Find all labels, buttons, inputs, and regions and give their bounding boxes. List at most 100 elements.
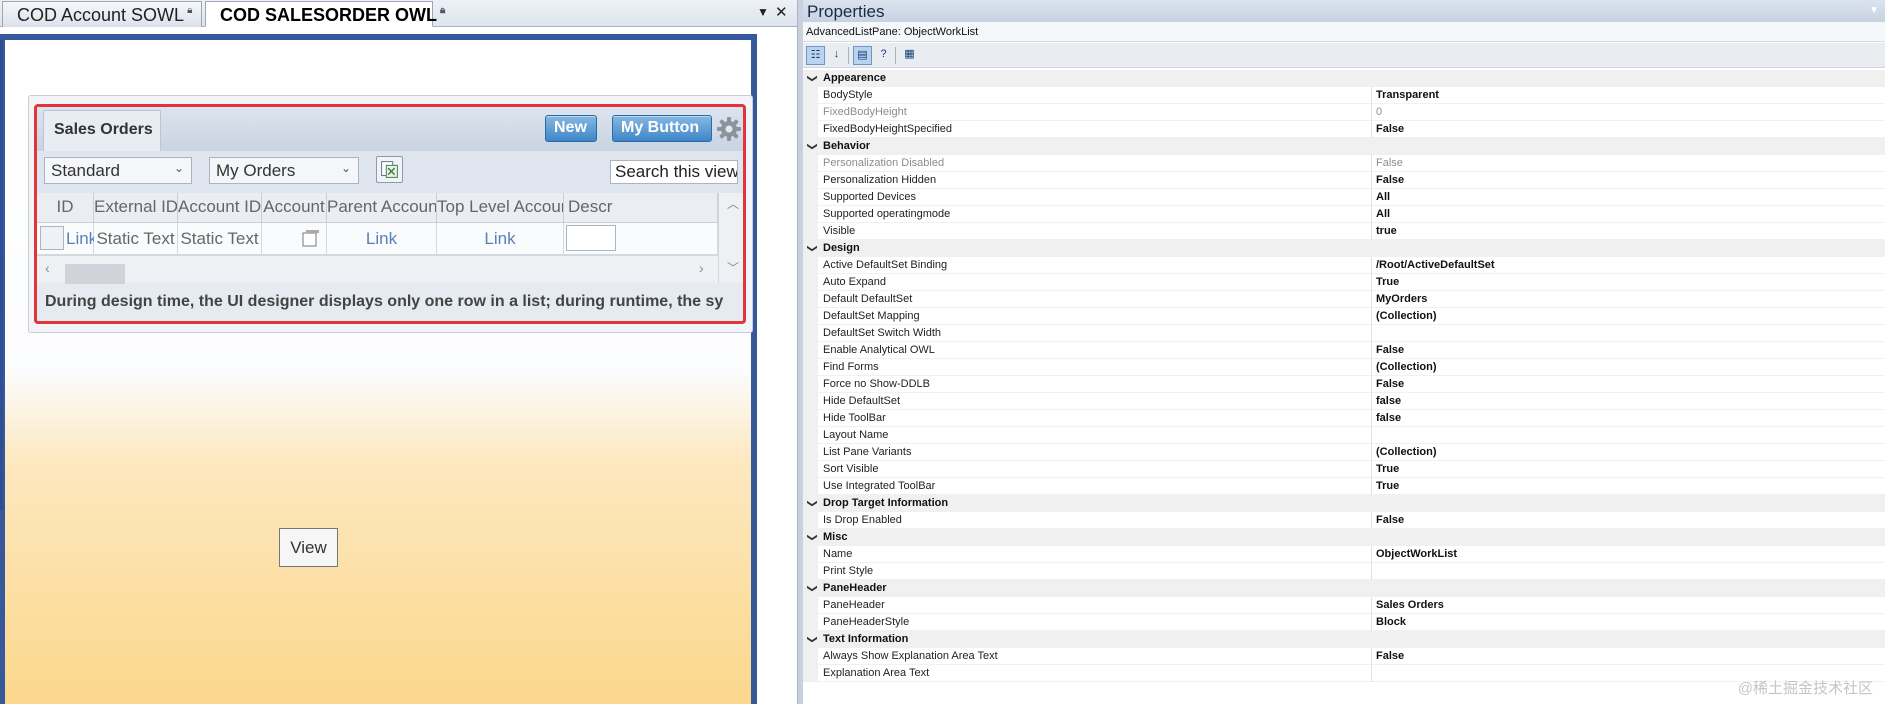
- property-row[interactable]: Print Style: [803, 563, 1885, 580]
- property-value[interactable]: True: [1376, 274, 1399, 291]
- pages-icon[interactable]: ▦: [900, 46, 919, 65]
- property-row[interactable]: Sort Visible True: [803, 461, 1885, 478]
- collapse-chevron-icon[interactable]: ❯: [804, 499, 821, 507]
- property-row[interactable]: Layout Name: [803, 427, 1885, 444]
- new-button[interactable]: New: [545, 115, 597, 142]
- tab-list-dropdown-icon[interactable]: ▼: [757, 5, 769, 19]
- property-value[interactable]: MyOrders: [1376, 291, 1427, 308]
- category-row[interactable]: ❯ Misc: [803, 529, 1885, 546]
- property-row[interactable]: Hide DefaultSet false: [803, 393, 1885, 410]
- property-value[interactable]: True: [1376, 478, 1399, 495]
- property-value[interactable]: All: [1376, 189, 1390, 206]
- property-value[interactable]: (Collection): [1376, 308, 1437, 325]
- property-value[interactable]: Block: [1376, 614, 1406, 631]
- collapse-chevron-icon[interactable]: ❯: [804, 244, 821, 252]
- column-header-id[interactable]: ID: [37, 193, 94, 223]
- category-row[interactable]: ❯ Behavior: [803, 138, 1885, 155]
- property-value[interactable]: False: [1376, 512, 1404, 529]
- property-row[interactable]: List Pane Variants (Collection): [803, 444, 1885, 461]
- property-row[interactable]: Personalization Disabled False: [803, 155, 1885, 172]
- property-value[interactable]: (Collection): [1376, 359, 1437, 376]
- panel-menu-icon[interactable]: ▼: [1869, 5, 1879, 16]
- scroll-down-icon[interactable]: ﹀: [727, 259, 739, 276]
- column-header-parent-account[interactable]: Parent Account: [327, 193, 437, 223]
- collapse-chevron-icon[interactable]: ❯: [804, 635, 821, 643]
- property-value[interactable]: ObjectWorkList: [1376, 546, 1457, 563]
- properties-icon[interactable]: ▤: [853, 46, 872, 65]
- property-row[interactable]: Active DefaultSet Binding/Root/ActiveDef…: [803, 257, 1885, 274]
- property-row[interactable]: Hide ToolBar false: [803, 410, 1885, 427]
- category-row[interactable]: ❯ Appearence: [803, 70, 1885, 87]
- property-row[interactable]: Force no Show-DDLB False: [803, 376, 1885, 393]
- property-row[interactable]: PaneHeaderStyle Block: [803, 614, 1885, 631]
- property-row[interactable]: FixedBodyHeight 0: [803, 104, 1885, 121]
- description-input[interactable]: [566, 225, 616, 251]
- scrollbar-thumb[interactable]: [65, 264, 125, 284]
- property-row[interactable]: Use Integrated ToolBar True: [803, 478, 1885, 495]
- tab-cod-account-sowl[interactable]: COD Account SOWL 🔒︎: [2, 1, 202, 27]
- property-row[interactable]: FixedBodyHeightSpecified False: [803, 121, 1885, 138]
- my-button[interactable]: My Button: [612, 115, 712, 142]
- property-row[interactable]: Personalization Hidden False: [803, 172, 1885, 189]
- property-value[interactable]: Transparent: [1376, 87, 1439, 104]
- property-row[interactable]: DefaultSet Mapping (Collection): [803, 308, 1885, 325]
- query-dropdown[interactable]: My Orders ⌄: [209, 157, 359, 184]
- collapse-chevron-icon[interactable]: ❯: [804, 74, 821, 82]
- property-value[interactable]: False: [1376, 155, 1403, 172]
- column-header-account[interactable]: Account: [262, 193, 327, 223]
- column-header-description[interactable]: Descr: [564, 193, 718, 223]
- property-row[interactable]: DefaultSet Switch Width: [803, 325, 1885, 342]
- search-input[interactable]: Search this view: [610, 160, 738, 184]
- default-set-dropdown[interactable]: Standard ⌄: [44, 157, 192, 184]
- categorized-icon[interactable]: ☷: [806, 46, 825, 65]
- horizontal-scrollbar[interactable]: ‹ ›: [37, 255, 718, 284]
- property-value[interactable]: true: [1376, 223, 1397, 240]
- value-help-icon[interactable]: [302, 229, 320, 247]
- column-header-external-id[interactable]: External ID: [94, 193, 178, 223]
- property-value[interactable]: False: [1376, 342, 1404, 359]
- vertical-scrollbar[interactable]: ︿ ﹀: [718, 193, 743, 283]
- table-cell-parent-account-link[interactable]: Link: [327, 223, 437, 255]
- tab-cod-salesorder-owl[interactable]: COD SALESORDER OWL 🔒︎: [205, 1, 445, 27]
- property-value[interactable]: All: [1376, 206, 1390, 223]
- table-cell-id-link[interactable]: Link: [66, 229, 97, 249]
- property-row[interactable]: Default DefaultSet MyOrders: [803, 291, 1885, 308]
- alphabetical-icon[interactable]: ↓: [827, 46, 846, 65]
- property-value[interactable]: false: [1376, 393, 1401, 410]
- column-header-account-id[interactable]: Account ID: [178, 193, 262, 223]
- property-row[interactable]: Auto Expand True: [803, 274, 1885, 291]
- property-value[interactable]: False: [1376, 172, 1404, 189]
- category-row[interactable]: ❯ Text Information: [803, 631, 1885, 648]
- collapse-chevron-icon[interactable]: ❯: [804, 584, 821, 592]
- table-cell-account[interactable]: [262, 223, 327, 255]
- property-row[interactable]: Is Drop Enabled False: [803, 512, 1885, 529]
- property-row[interactable]: Visible true: [803, 223, 1885, 240]
- view-button[interactable]: View: [279, 528, 338, 567]
- property-row[interactable]: BodyStyle Transparent: [803, 87, 1885, 104]
- property-row[interactable]: Supported operatingmode All: [803, 206, 1885, 223]
- column-header-top-level-account[interactable]: Top Level Account: [437, 193, 564, 223]
- property-row[interactable]: Name ObjectWorkList: [803, 546, 1885, 563]
- row-selector[interactable]: [40, 226, 64, 250]
- category-row[interactable]: ❯ Drop Target Information: [803, 495, 1885, 512]
- export-excel-icon[interactable]: [376, 156, 403, 183]
- gear-icon[interactable]: [716, 116, 742, 142]
- property-row[interactable]: Enable Analytical OWL False: [803, 342, 1885, 359]
- advanced-list-pane[interactable]: Sales Orders New My Button Standard ⌄ My…: [34, 104, 746, 324]
- table-cell-description[interactable]: [564, 223, 718, 255]
- property-row[interactable]: Explanation Area Text: [803, 665, 1885, 682]
- property-value[interactable]: False: [1376, 648, 1404, 665]
- help-icon[interactable]: ?: [874, 46, 893, 65]
- property-row[interactable]: Supported Devices All: [803, 189, 1885, 206]
- collapse-chevron-icon[interactable]: ❯: [804, 142, 821, 150]
- property-row[interactable]: PaneHeader Sales Orders: [803, 597, 1885, 614]
- property-value[interactable]: 0: [1376, 104, 1382, 121]
- scroll-right-icon[interactable]: ›: [699, 260, 704, 276]
- scroll-up-icon[interactable]: ︿: [727, 195, 739, 212]
- property-value[interactable]: False: [1376, 376, 1404, 393]
- collapse-chevron-icon[interactable]: ❯: [804, 533, 821, 541]
- property-value[interactable]: False: [1376, 121, 1404, 138]
- property-value[interactable]: Sales Orders: [1376, 597, 1444, 614]
- scroll-left-icon[interactable]: ‹: [45, 260, 50, 276]
- category-row[interactable]: ❯ PaneHeader: [803, 580, 1885, 597]
